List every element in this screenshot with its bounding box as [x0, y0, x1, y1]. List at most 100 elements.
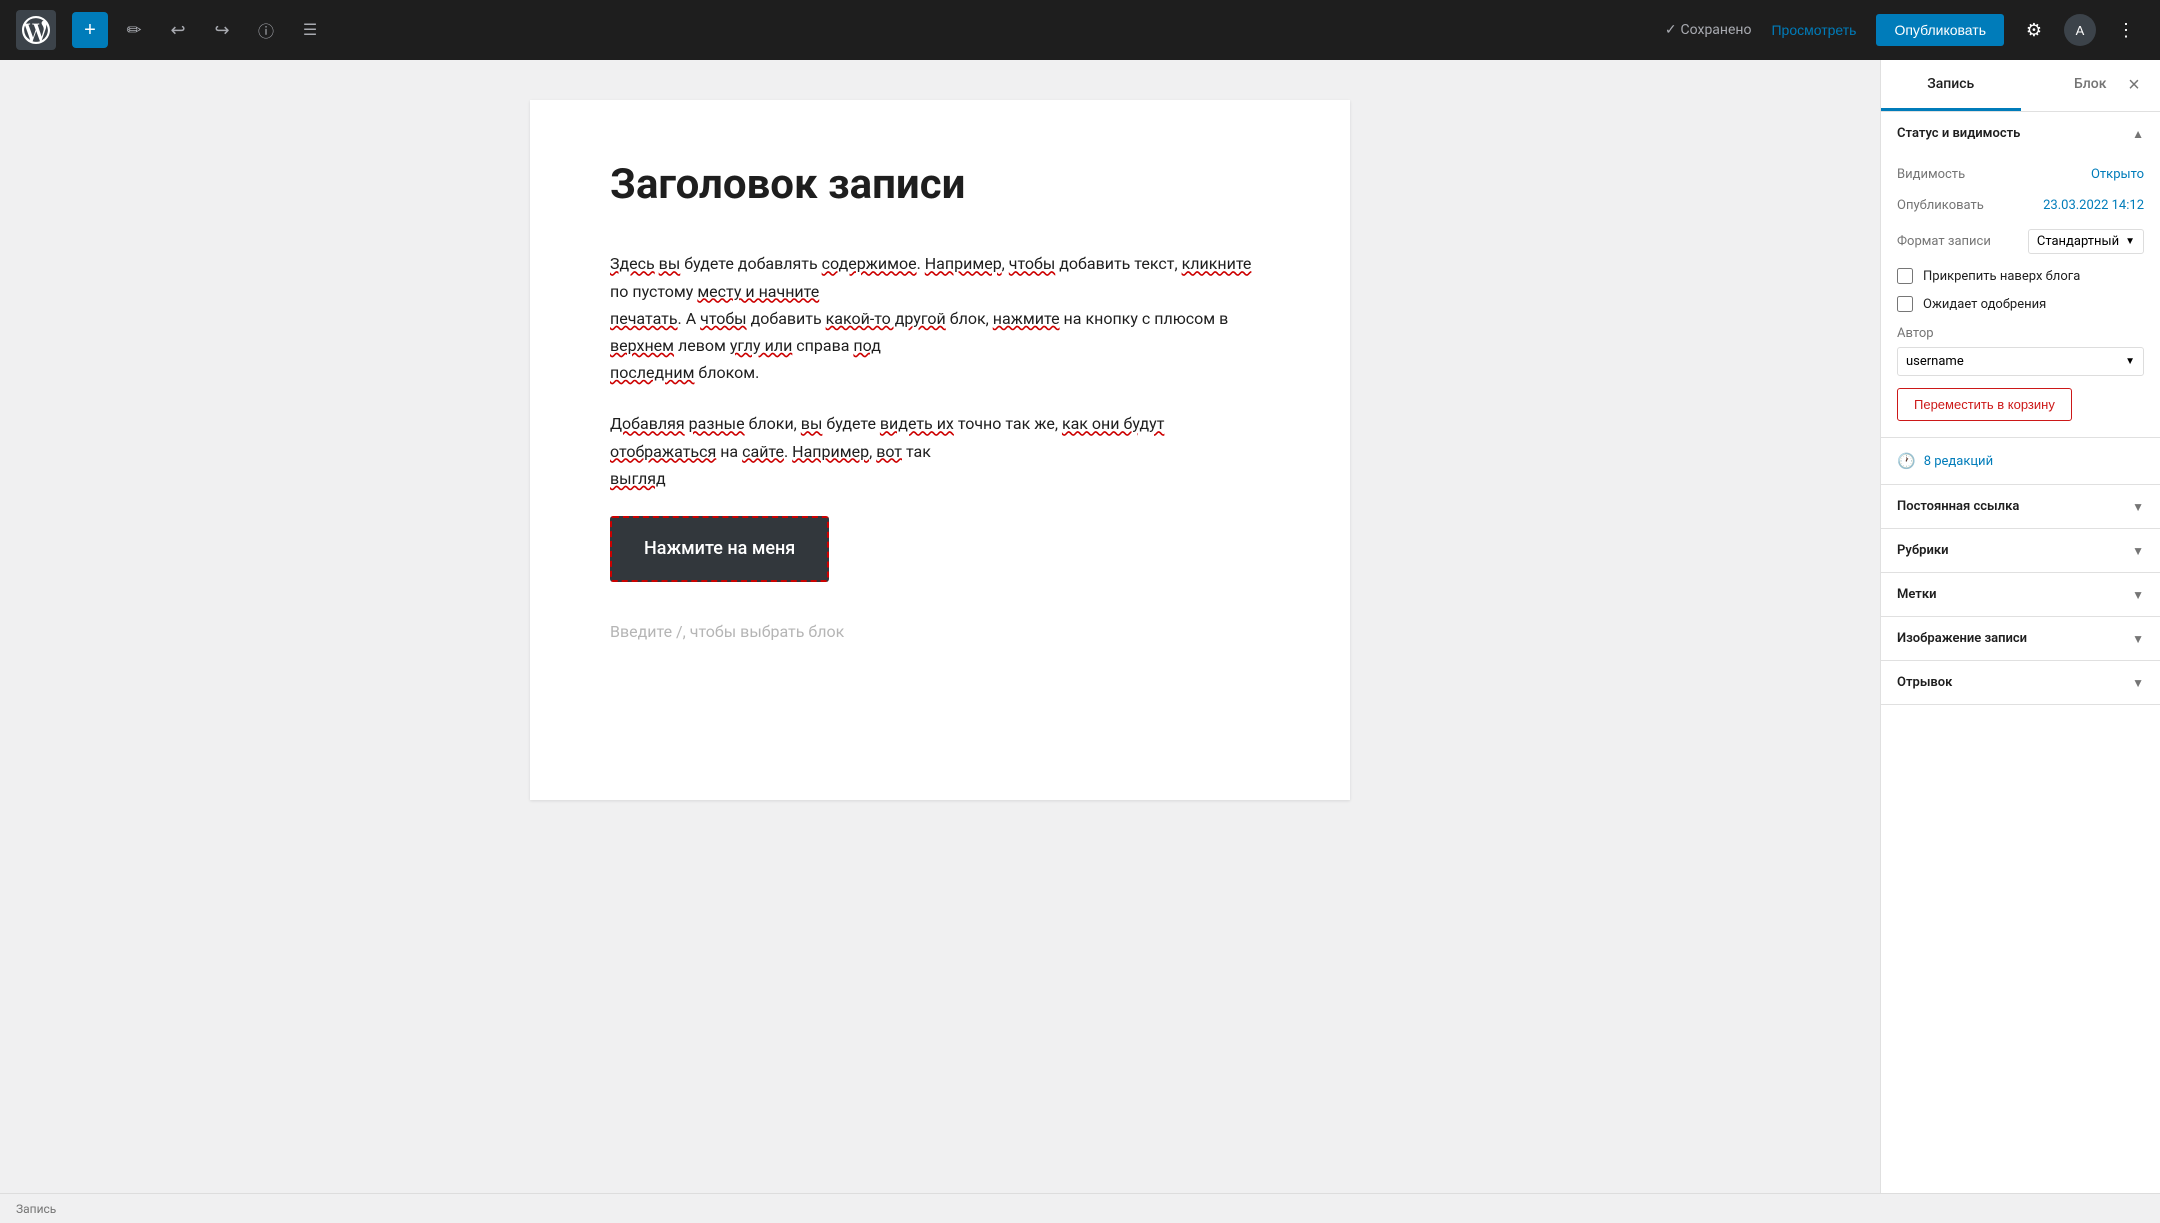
- status-bar: Запись: [0, 1193, 2160, 1223]
- main-toolbar: + ✏ ↩ ↪ ⓘ ☰ ✓ Сохранено Просмотреть Опуб…: [0, 0, 2160, 60]
- tab-record[interactable]: Запись: [1881, 60, 2021, 111]
- section-featured-image-header[interactable]: Изображение записи: [1881, 617, 2160, 660]
- pin-checkbox[interactable]: [1897, 268, 1913, 284]
- toolbar-right: ✓ Сохранено Просмотреть Опубликовать ⚙ A…: [1665, 12, 2144, 48]
- link-23[interactable]: вот: [876, 442, 902, 461]
- format-select[interactable]: Стандартный ▼: [2028, 229, 2144, 254]
- categories-chevron-icon: [2132, 544, 2144, 558]
- pending-label: Ожидает одобрения: [1923, 297, 2046, 312]
- link-1[interactable]: Здесь: [610, 254, 655, 273]
- link-4[interactable]: Например: [925, 254, 1002, 273]
- sidebar-close-button[interactable]: ×: [2120, 72, 2148, 100]
- revisions-row[interactable]: 🕐 8 редакций: [1881, 438, 2160, 485]
- link-17[interactable]: разные: [689, 414, 745, 433]
- post-content: Здесь вы будете добавлять содержимое. На…: [610, 250, 1270, 657]
- section-categories-title: Рубрики: [1897, 543, 1949, 558]
- visibility-label: Видимость: [1897, 167, 1965, 182]
- section-status-content: Видимость Открыто Опубликовать 23.03.202…: [1881, 155, 2160, 437]
- link-9[interactable]: чтобы: [700, 309, 746, 328]
- settings-button[interactable]: ⚙: [2016, 12, 2052, 48]
- paragraph-1[interactable]: Здесь вы будете добавлять содержимое. На…: [610, 250, 1270, 386]
- pending-row: Ожидает одобрения: [1897, 290, 2144, 318]
- author-chevron-icon: ▼: [2125, 356, 2135, 367]
- section-permalink: Постоянная ссылка: [1881, 485, 2160, 529]
- link-13[interactable]: углу или: [730, 336, 792, 355]
- link-6[interactable]: кликните: [1182, 254, 1252, 273]
- preview-button[interactable]: Просмотреть: [1763, 16, 1864, 44]
- author-value: username: [1906, 354, 1964, 369]
- link-14[interactable]: под: [853, 336, 880, 355]
- section-excerpt: Отрывок: [1881, 661, 2160, 705]
- author-select[interactable]: username ▼: [1897, 347, 2144, 376]
- gear-icon: ⚙: [2026, 20, 2042, 41]
- user-button[interactable]: A: [2064, 14, 2096, 46]
- section-categories: Рубрики: [1881, 529, 2160, 573]
- status-bar-label: Запись: [16, 1202, 56, 1216]
- section-categories-header[interactable]: Рубрики: [1881, 529, 2160, 572]
- link-16[interactable]: Добавляя: [610, 414, 685, 433]
- main-area: Заголовок записи Здесь вы будете добавля…: [0, 60, 2160, 1193]
- link-22[interactable]: Например: [792, 442, 869, 461]
- visibility-row: Видимость Открыто: [1897, 159, 2144, 190]
- link-21[interactable]: сайте: [742, 442, 784, 461]
- link-19[interactable]: видеть их: [880, 414, 954, 433]
- chevron-up-icon: [2132, 127, 2144, 141]
- link-7[interactable]: месту и начните: [697, 282, 819, 301]
- pin-label: Прикрепить наверх блога: [1923, 269, 2080, 284]
- more-icon: ⋮: [2117, 20, 2135, 41]
- format-value: Стандартный: [2037, 234, 2119, 249]
- author-label: Автор: [1897, 318, 2144, 347]
- section-featured-image-title: Изображение записи: [1897, 631, 2027, 646]
- link-24[interactable]: выгляд: [610, 469, 666, 488]
- pin-row: Прикрепить наверх блога: [1897, 262, 2144, 290]
- link-18[interactable]: вы: [801, 414, 823, 433]
- section-tags-title: Метки: [1897, 587, 1937, 602]
- section-tags-header[interactable]: Метки: [1881, 573, 2160, 616]
- section-status-visibility: Статус и видимость Видимость Открыто Опу…: [1881, 112, 2160, 438]
- section-status-title: Статус и видимость: [1897, 126, 2020, 141]
- link-3[interactable]: содержимое: [822, 254, 917, 273]
- add-block-button[interactable]: +: [72, 12, 108, 48]
- editor-area: Заголовок записи Здесь вы будете добавля…: [0, 60, 1880, 1193]
- publish-date-value[interactable]: 23.03.2022 14:12: [2043, 198, 2144, 213]
- visibility-value[interactable]: Открыто: [2091, 167, 2144, 182]
- format-chevron-icon: ▼: [2125, 236, 2135, 247]
- link-2[interactable]: вы: [659, 254, 681, 273]
- format-row: Формат записи Стандартный ▼: [1897, 221, 2144, 262]
- editor-canvas: Заголовок записи Здесь вы будете добавля…: [530, 100, 1350, 800]
- link-10[interactable]: какой-то другой: [826, 309, 946, 328]
- revisions-label: 8 редакций: [1924, 454, 1993, 469]
- block-placeholder[interactable]: Введите /, чтобы выбрать блок: [610, 606, 1270, 657]
- link-8[interactable]: печатать: [610, 309, 678, 328]
- featured-image-chevron-icon: [2132, 632, 2144, 646]
- section-permalink-header[interactable]: Постоянная ссылка: [1881, 485, 2160, 528]
- paragraph-2[interactable]: Добавляя разные блоки, вы будете видеть …: [610, 410, 1270, 492]
- permalink-chevron-icon: [2132, 500, 2144, 514]
- sidebar-header: Запись Блок ×: [1881, 60, 2160, 112]
- more-options-button[interactable]: ⋮: [2108, 12, 2144, 48]
- section-excerpt-header[interactable]: Отрывок: [1881, 661, 2160, 704]
- redo-button[interactable]: ↪: [204, 12, 240, 48]
- user-avatar-icon: A: [2076, 23, 2085, 38]
- section-permalink-title: Постоянная ссылка: [1897, 499, 2019, 514]
- info-button[interactable]: ⓘ: [248, 12, 284, 48]
- undo-button[interactable]: ↩: [160, 12, 196, 48]
- saved-label: Сохранено: [1681, 22, 1752, 38]
- link-12[interactable]: верхнем: [610, 336, 674, 355]
- publish-button[interactable]: Опубликовать: [1876, 14, 2004, 46]
- link-11[interactable]: нажмите: [993, 309, 1060, 328]
- link-15[interactable]: последним: [610, 363, 694, 382]
- trash-button[interactable]: Переместить в корзину: [1897, 388, 2072, 421]
- edit-button[interactable]: ✏: [116, 12, 152, 48]
- section-featured-image: Изображение записи: [1881, 617, 2160, 661]
- link-5[interactable]: чтобы: [1009, 254, 1055, 273]
- button-block[interactable]: Нажмите на меня: [610, 516, 829, 583]
- wp-logo[interactable]: [16, 10, 56, 50]
- list-view-button[interactable]: ☰: [292, 12, 328, 48]
- pending-checkbox[interactable]: [1897, 296, 1913, 312]
- format-label: Формат записи: [1897, 234, 1991, 249]
- check-icon: ✓: [1665, 22, 1677, 38]
- section-status-header[interactable]: Статус и видимость: [1881, 112, 2160, 155]
- post-title[interactable]: Заголовок записи: [610, 160, 1270, 210]
- publish-date-label: Опубликовать: [1897, 198, 1984, 213]
